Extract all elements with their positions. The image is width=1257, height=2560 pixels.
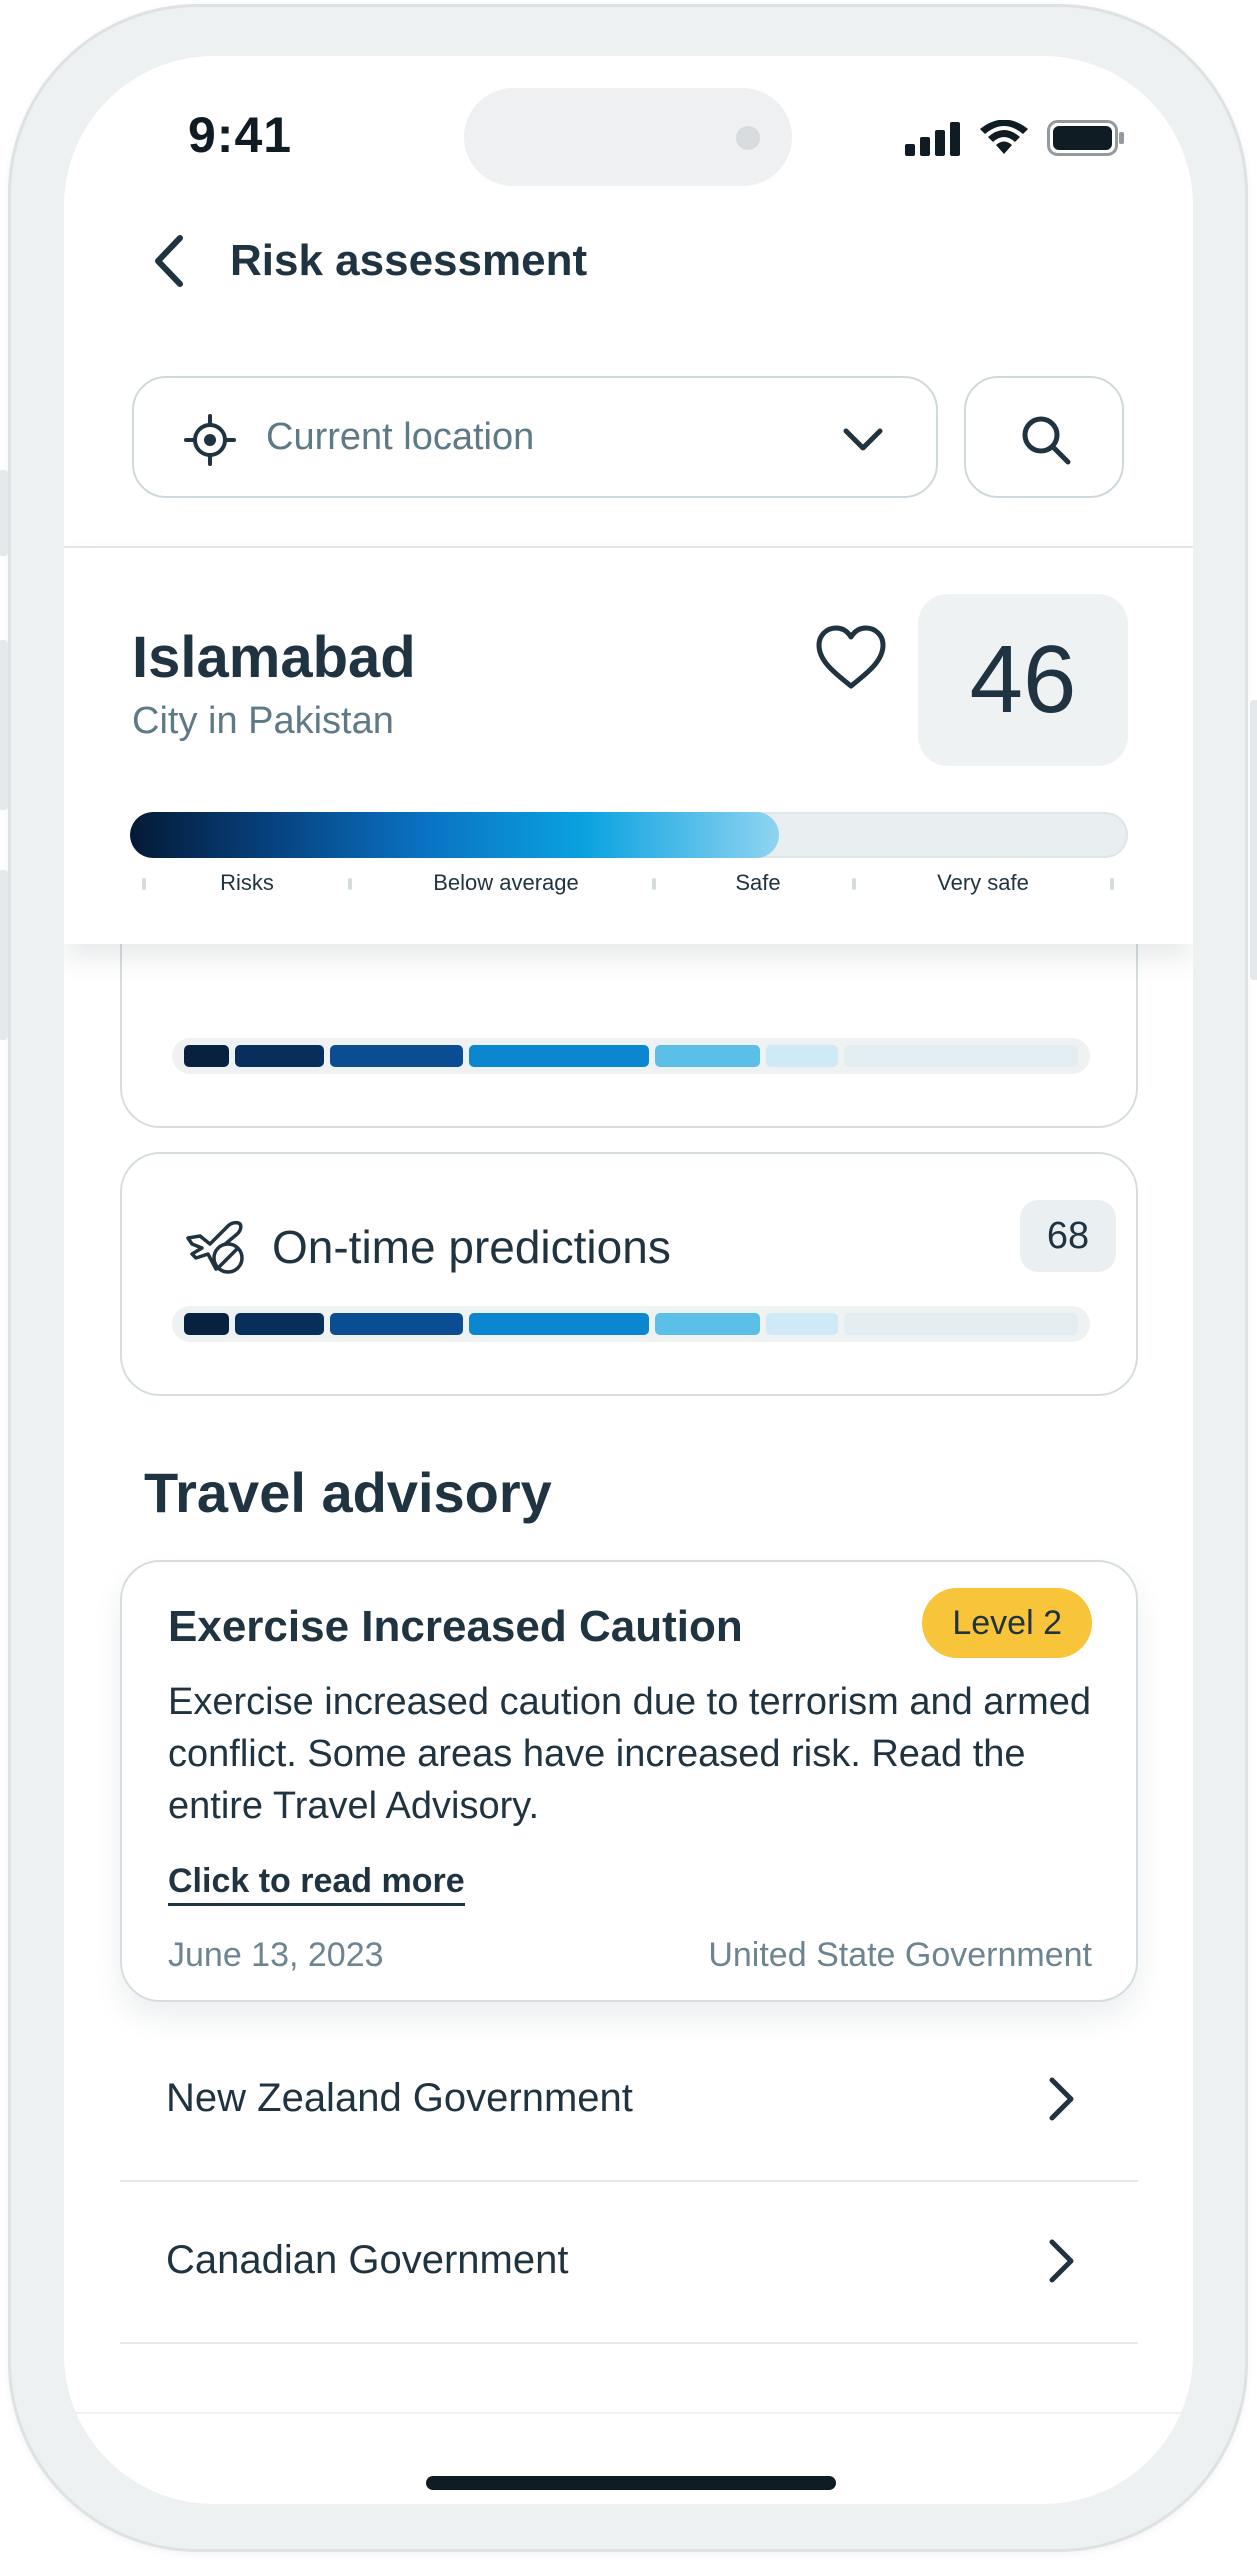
chevron-right-icon xyxy=(1049,2077,1074,2121)
status-time: 9:41 xyxy=(188,107,293,163)
metric-value-badge: 68 xyxy=(1020,1200,1116,1272)
chevron-right-icon xyxy=(1049,2239,1074,2283)
location-select[interactable]: Current location xyxy=(132,376,938,498)
government-row-new-zealand[interactable]: New Zealand Government xyxy=(120,2020,1138,2182)
location-select-value: Current location xyxy=(266,416,535,458)
segment xyxy=(843,1045,1079,1067)
wifi-icon xyxy=(980,120,1028,154)
metric-label: On-time predictions xyxy=(272,1221,671,1273)
signal-icon xyxy=(905,122,960,156)
safety-score: 46 xyxy=(918,594,1128,766)
segment xyxy=(184,1045,229,1067)
battery-icon xyxy=(1047,120,1124,156)
plane-off-icon xyxy=(186,1220,244,1274)
search-icon xyxy=(1022,416,1071,465)
side-button xyxy=(0,470,8,556)
advisory-card[interactable]: Exercise Increased Caution Level 2 Exerc… xyxy=(120,1560,1138,2002)
home-indicator[interactable] xyxy=(426,2476,836,2490)
travel-advisory-heading: Travel advisory xyxy=(144,1461,552,1524)
scale-label-very-safe: Very safe xyxy=(937,870,1029,895)
government-row-canada[interactable]: Canadian Government xyxy=(120,2182,1138,2344)
scale-tick xyxy=(652,878,656,890)
page-title: Risk assessment xyxy=(230,236,588,285)
advisory-body: Exercise increased caution due to terror… xyxy=(168,1681,1092,1827)
city-subtitle: City in Pakistan xyxy=(132,700,394,742)
advisory-title: Exercise Increased Caution xyxy=(168,1602,743,1651)
segment xyxy=(655,1045,760,1067)
advisory-level-badge: Level 2 xyxy=(922,1588,1092,1658)
scale-tick xyxy=(142,878,146,890)
back-chevron-icon[interactable] xyxy=(142,228,192,294)
segment xyxy=(329,1313,464,1335)
scale-label-safe: Safe xyxy=(735,870,781,895)
search-row: Current location xyxy=(64,328,1193,548)
divider xyxy=(64,2412,1193,2414)
segment xyxy=(655,1313,760,1335)
segment xyxy=(843,1313,1079,1335)
search-button[interactable] xyxy=(964,376,1124,498)
scale-label-risks: Risks xyxy=(220,870,274,895)
scale-tick xyxy=(852,878,856,890)
segment xyxy=(234,1045,324,1067)
scale-tick xyxy=(348,878,352,890)
segment xyxy=(469,1313,650,1335)
segment xyxy=(766,1313,838,1335)
government-label: New Zealand Government xyxy=(166,2076,633,2120)
screen: 9:41 Risk assessment Current location Is… xyxy=(64,56,1193,2504)
metric-segment-bar xyxy=(172,1306,1090,1342)
segment xyxy=(469,1045,650,1067)
city-name: Islamabad xyxy=(132,625,416,690)
city-summary-card: Islamabad City in Pakistan 46 Risks Belo… xyxy=(64,548,1193,944)
header: Risk assessment xyxy=(64,206,1193,330)
status-icons xyxy=(905,120,1125,156)
safety-scale: Risks Below average Safe Very safe xyxy=(130,870,1128,910)
segment xyxy=(329,1045,464,1067)
safety-score-bar-fill xyxy=(130,812,779,858)
chevron-down-icon xyxy=(843,428,883,451)
safety-score-bar xyxy=(130,812,1128,858)
metric-segment-bar xyxy=(172,1038,1090,1074)
segment xyxy=(766,1045,838,1067)
segment xyxy=(184,1313,229,1335)
advisory-source: United State Government xyxy=(708,1936,1092,1974)
side-button xyxy=(0,870,8,1040)
government-label: Canadian Government xyxy=(166,2238,569,2282)
segment xyxy=(234,1313,324,1335)
scale-label-below-average: Below average xyxy=(433,870,579,895)
heart-icon[interactable] xyxy=(814,624,888,692)
scale-tick xyxy=(1110,878,1114,890)
on-time-predictions-card[interactable]: On-time predictions 68 xyxy=(120,1152,1138,1396)
crosshair-icon xyxy=(184,414,236,466)
camera-dot xyxy=(736,126,760,150)
side-button xyxy=(1250,700,1257,980)
dynamic-island xyxy=(464,88,792,186)
read-more-link[interactable]: Click to read more xyxy=(168,1862,465,1906)
side-button xyxy=(0,640,8,810)
advisory-date: June 13, 2023 xyxy=(168,1936,384,1974)
